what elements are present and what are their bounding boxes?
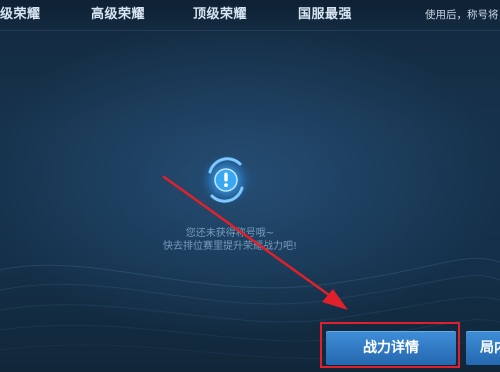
annotation-highlight-box xyxy=(320,322,460,368)
in-game-button[interactable]: 局内 xyxy=(466,331,500,365)
annotation-arrow xyxy=(162,175,348,310)
title-screen: 级荣耀 高级荣耀 顶级荣耀 国服最强 使用后，称号将 您还未获得称号哦~ 快去排… xyxy=(0,0,500,372)
